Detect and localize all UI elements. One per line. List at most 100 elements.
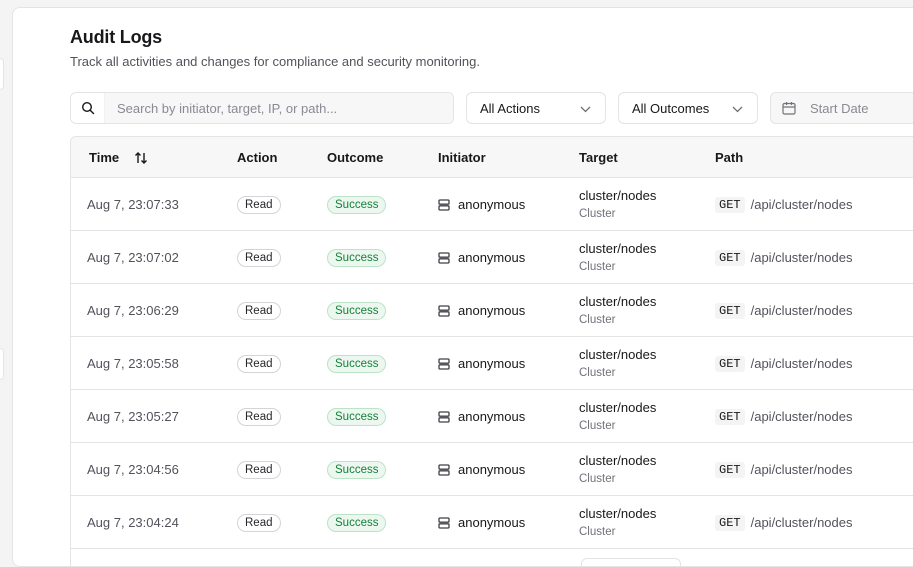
row-outcome-cell: Success	[327, 284, 387, 337]
outcome-badge: Success	[327, 407, 387, 426]
row-time: Aug 7, 23:07:02	[87, 250, 179, 265]
page-subtitle: Track all activities and changes for com…	[70, 54, 480, 69]
row-target-cell: cluster/nodes Cluster	[579, 178, 656, 231]
row-time: Aug 7, 23:05:58	[87, 356, 179, 371]
target-type: Cluster	[579, 526, 616, 538]
http-method: GET	[715, 355, 745, 372]
server-icon	[438, 304, 450, 317]
action-badge: Read	[237, 407, 281, 426]
row-initiator-cell: anonymous	[438, 443, 525, 496]
server-icon	[438, 516, 450, 529]
initiator-name: anonymous	[458, 409, 526, 424]
audit-logs-table: Time Action Outcome Initiator Target Pat…	[70, 136, 913, 566]
target-name: cluster/nodes	[579, 347, 657, 362]
search-box[interactable]	[70, 92, 454, 124]
row-outcome-cell: Success	[327, 443, 387, 496]
row-time: Aug 7, 23:04:56	[87, 462, 179, 477]
row-target-cell: cluster/nodes Cluster	[579, 496, 656, 549]
outcomes-filter-label: All Outcomes	[632, 100, 710, 116]
row-action-cell: Read	[237, 337, 281, 390]
sidebar-nub	[0, 58, 4, 90]
request-path: /api/cluster/nodes	[750, 250, 853, 265]
row-target-cell: cluster/nodes Cluster	[579, 443, 656, 496]
sidebar-edge	[0, 0, 12, 557]
partial-cell	[581, 558, 681, 566]
row-action-cell: Read	[237, 496, 281, 549]
column-header-initiator: Initiator	[438, 150, 486, 165]
initiator-name: anonymous	[458, 303, 526, 318]
row-target-cell: cluster/nodes Cluster	[579, 284, 656, 337]
row-path-cell: GET /api/cluster/nodes	[715, 178, 853, 231]
row-time: Aug 7, 23:06:29	[87, 303, 179, 318]
row-initiator-cell: anonymous	[438, 496, 525, 549]
action-badge: Read	[237, 460, 281, 479]
column-header-outcome: Outcome	[327, 150, 384, 165]
http-method: GET	[715, 302, 745, 319]
table-body: Aug 7, 23:07:33 Read Success anonymous c…	[71, 178, 913, 549]
server-icon	[438, 357, 450, 370]
column-header-action: Action	[237, 150, 278, 165]
server-icon	[438, 410, 450, 423]
row-outcome-cell: Success	[327, 178, 387, 231]
row-initiator-cell: anonymous	[438, 284, 525, 337]
request-path: /api/cluster/nodes	[750, 356, 853, 371]
actions-filter-label: All Actions	[480, 100, 540, 116]
http-method: GET	[715, 514, 745, 531]
column-header-time[interactable]: Time	[89, 137, 148, 178]
chevron-down-icon	[732, 101, 743, 116]
action-badge: Read	[237, 195, 281, 214]
outcome-badge: Success	[327, 513, 387, 532]
target-name: cluster/nodes	[579, 294, 657, 309]
table-row[interactable]: Aug 7, 23:05:27 Read Success anonymous c…	[71, 390, 913, 443]
http-method: GET	[715, 249, 745, 266]
actions-filter-select[interactable]: All Actions	[466, 92, 606, 124]
target-type: Cluster	[579, 261, 616, 273]
row-target-cell: cluster/nodes Cluster	[579, 231, 656, 284]
start-date-picker[interactable]: Start Date	[770, 92, 913, 124]
outcomes-filter-select[interactable]: All Outcomes	[618, 92, 758, 124]
row-action-cell: Read	[237, 443, 281, 496]
outcome-badge: Success	[327, 248, 387, 267]
table-row[interactable]: Aug 7, 23:07:33 Read Success anonymous c…	[71, 178, 913, 231]
outcome-badge: Success	[327, 301, 387, 320]
outcome-badge: Success	[327, 460, 387, 479]
start-date-placeholder: Start Date	[810, 100, 869, 116]
column-header-path: Path	[715, 150, 744, 165]
request-path: /api/cluster/nodes	[750, 409, 853, 424]
table-row[interactable]: Aug 7, 23:04:56 Read Success anonymous c…	[71, 443, 913, 496]
row-path-cell: GET /api/cluster/nodes	[715, 337, 853, 390]
target-type: Cluster	[579, 367, 616, 379]
row-path-cell: GET /api/cluster/nodes	[715, 496, 853, 549]
row-initiator-cell: anonymous	[438, 337, 525, 390]
target-type: Cluster	[579, 208, 616, 220]
outcome-badge: Success	[327, 354, 387, 373]
row-path-cell: GET /api/cluster/nodes	[715, 443, 853, 496]
target-type: Cluster	[579, 473, 616, 485]
row-action-cell: Read	[237, 178, 281, 231]
calendar-icon	[782, 102, 796, 115]
table-header: Time Action Outcome Initiator Target Pat…	[71, 137, 913, 178]
request-path: /api/cluster/nodes	[750, 303, 853, 318]
table-row[interactable]: Aug 7, 23:04:24 Read Success anonymous c…	[71, 496, 913, 549]
table-row-partial	[71, 549, 913, 566]
search-input[interactable]	[105, 93, 453, 123]
row-action-cell: Read	[237, 390, 281, 443]
sort-arrows-icon[interactable]	[134, 151, 148, 165]
http-method: GET	[715, 196, 745, 213]
initiator-name: anonymous	[458, 515, 526, 530]
sidebar-nub	[0, 348, 4, 380]
table-row[interactable]: Aug 7, 23:06:29 Read Success anonymous c…	[71, 284, 913, 337]
target-type: Cluster	[579, 420, 616, 432]
target-name: cluster/nodes	[579, 241, 657, 256]
initiator-name: anonymous	[458, 250, 526, 265]
audit-logs-card: Audit Logs Track all activities and chan…	[12, 7, 913, 567]
row-outcome-cell: Success	[327, 496, 387, 549]
target-name: cluster/nodes	[579, 188, 657, 203]
action-badge: Read	[237, 513, 281, 532]
table-row[interactable]: Aug 7, 23:05:58 Read Success anonymous c…	[71, 337, 913, 390]
row-action-cell: Read	[237, 231, 281, 284]
table-row[interactable]: Aug 7, 23:07:02 Read Success anonymous c…	[71, 231, 913, 284]
initiator-name: anonymous	[458, 462, 526, 477]
action-badge: Read	[237, 354, 281, 373]
row-outcome-cell: Success	[327, 390, 387, 443]
